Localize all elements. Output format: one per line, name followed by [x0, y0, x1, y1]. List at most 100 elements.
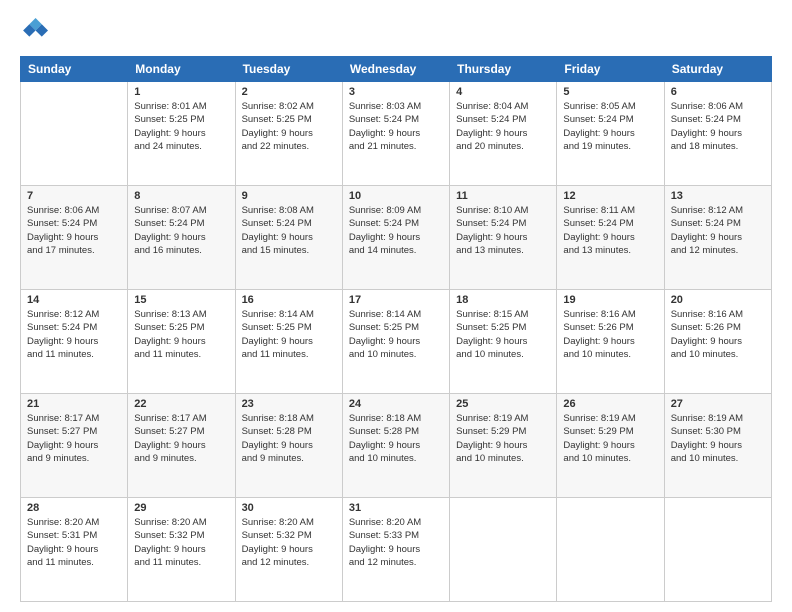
- day-number: 18: [456, 294, 550, 306]
- day-info: Sunrise: 8:19 AMSunset: 5:29 PMDaylight:…: [456, 412, 550, 465]
- col-header-saturday: Saturday: [664, 57, 771, 82]
- calendar-week-4: 21 Sunrise: 8:17 AMSunset: 5:27 PMDayligh…: [21, 394, 772, 498]
- day-info: Sunrise: 8:01 AMSunset: 5:25 PMDaylight:…: [134, 100, 228, 153]
- day-number: 30: [242, 502, 336, 514]
- day-info: Sunrise: 8:16 AMSunset: 5:26 PMDaylight:…: [671, 308, 765, 361]
- day-info: Sunrise: 8:18 AMSunset: 5:28 PMDaylight:…: [242, 412, 336, 465]
- calendar-cell: 25 Sunrise: 8:19 AMSunset: 5:29 PMDayligh…: [450, 394, 557, 498]
- calendar-cell: 7 Sunrise: 8:06 AMSunset: 5:24 PMDaylight…: [21, 186, 128, 290]
- calendar-cell: 6Sunrise: 8:06 AMSunset: 5:24 PMDaylight…: [664, 82, 771, 186]
- day-number: 28: [27, 502, 121, 514]
- calendar-cell: [21, 82, 128, 186]
- col-header-friday: Friday: [557, 57, 664, 82]
- day-number: 25: [456, 398, 550, 410]
- day-number: 19: [563, 294, 657, 306]
- calendar-cell: 26 Sunrise: 8:19 AMSunset: 5:29 PMDayligh…: [557, 394, 664, 498]
- day-info: Sunrise: 8:11 AMSunset: 5:24 PMDaylight:…: [563, 204, 657, 257]
- day-info: Sunrise: 8:13 AMSunset: 5:25 PMDaylight:…: [134, 308, 228, 361]
- day-info: Sunrise: 8:08 AMSunset: 5:24 PMDaylight:…: [242, 204, 336, 257]
- calendar-week-1: 1 Sunrise: 8:01 AMSunset: 5:25 PMDaylight…: [21, 82, 772, 186]
- day-info: Sunrise: 8:04 AMSunset: 5:24 PMDaylight:…: [456, 100, 550, 153]
- day-number: 6: [671, 86, 765, 98]
- day-number: 2: [242, 86, 336, 98]
- day-number: 22: [134, 398, 228, 410]
- page: SundayMondayTuesdayWednesdayThursdayFrid…: [0, 0, 792, 612]
- day-info: Sunrise: 8:20 AMSunset: 5:32 PMDaylight:…: [134, 516, 228, 569]
- day-info: Sunrise: 8:19 AMSunset: 5:29 PMDaylight:…: [563, 412, 657, 465]
- day-number: 26: [563, 398, 657, 410]
- calendar-cell: 18 Sunrise: 8:15 AMSunset: 5:25 PMDayligh…: [450, 290, 557, 394]
- calendar-cell: 19 Sunrise: 8:16 AMSunset: 5:26 PMDayligh…: [557, 290, 664, 394]
- day-info: Sunrise: 8:18 AMSunset: 5:28 PMDaylight:…: [349, 412, 443, 465]
- day-info: Sunrise: 8:14 AMSunset: 5:25 PMDaylight:…: [349, 308, 443, 361]
- day-number: 13: [671, 190, 765, 202]
- calendar-cell: 28Sunrise: 8:20 AMSunset: 5:31 PMDayligh…: [21, 498, 128, 602]
- day-number: 1: [134, 86, 228, 98]
- calendar-cell: 8 Sunrise: 8:07 AMSunset: 5:24 PMDaylight…: [128, 186, 235, 290]
- day-info: Sunrise: 8:16 AMSunset: 5:26 PMDaylight:…: [563, 308, 657, 361]
- calendar-cell: 29 Sunrise: 8:20 AMSunset: 5:32 PMDayligh…: [128, 498, 235, 602]
- day-info: Sunrise: 8:09 AMSunset: 5:24 PMDaylight:…: [349, 204, 443, 257]
- calendar-cell: 10 Sunrise: 8:09 AMSunset: 5:24 PMDayligh…: [342, 186, 449, 290]
- day-info: Sunrise: 8:02 AMSunset: 5:25 PMDaylight:…: [242, 100, 336, 153]
- calendar-table: SundayMondayTuesdayWednesdayThursdayFrid…: [20, 56, 772, 602]
- col-header-tuesday: Tuesday: [235, 57, 342, 82]
- day-number: 15: [134, 294, 228, 306]
- day-info: Sunrise: 8:17 AMSunset: 5:27 PMDaylight:…: [134, 412, 228, 465]
- logo-icon: [20, 18, 48, 46]
- calendar-cell: [450, 498, 557, 602]
- day-info: Sunrise: 8:14 AMSunset: 5:25 PMDaylight:…: [242, 308, 336, 361]
- col-header-thursday: Thursday: [450, 57, 557, 82]
- day-number: 27: [671, 398, 765, 410]
- calendar-cell: 15 Sunrise: 8:13 AMSunset: 5:25 PMDayligh…: [128, 290, 235, 394]
- day-number: 7: [27, 190, 121, 202]
- day-info: Sunrise: 8:15 AMSunset: 5:25 PMDaylight:…: [456, 308, 550, 361]
- day-number: 23: [242, 398, 336, 410]
- day-info: Sunrise: 8:20 AMSunset: 5:33 PMDaylight:…: [349, 516, 443, 569]
- calendar-header-row: SundayMondayTuesdayWednesdayThursdayFrid…: [21, 57, 772, 82]
- day-number: 31: [349, 502, 443, 514]
- calendar-cell: 13Sunrise: 8:12 AMSunset: 5:24 PMDayligh…: [664, 186, 771, 290]
- day-number: 24: [349, 398, 443, 410]
- calendar-cell: 20 Sunrise: 8:16 AMSunset: 5:26 PMDayligh…: [664, 290, 771, 394]
- calendar-cell: 3Sunrise: 8:03 AMSunset: 5:24 PMDaylight…: [342, 82, 449, 186]
- calendar-cell: 17Sunrise: 8:14 AMSunset: 5:25 PMDayligh…: [342, 290, 449, 394]
- calendar-cell: 23 Sunrise: 8:18 AMSunset: 5:28 PMDayligh…: [235, 394, 342, 498]
- calendar-cell: [557, 498, 664, 602]
- calendar-cell: 9 Sunrise: 8:08 AMSunset: 5:24 PMDaylight…: [235, 186, 342, 290]
- day-number: 21: [27, 398, 121, 410]
- day-number: 12: [563, 190, 657, 202]
- day-number: 14: [27, 294, 121, 306]
- day-number: 20: [671, 294, 765, 306]
- header: [20, 18, 772, 46]
- calendar-cell: 24 Sunrise: 8:18 AMSunset: 5:28 PMDayligh…: [342, 394, 449, 498]
- calendar-cell: 12 Sunrise: 8:11 AMSunset: 5:24 PMDayligh…: [557, 186, 664, 290]
- day-info: Sunrise: 8:07 AMSunset: 5:24 PMDaylight:…: [134, 204, 228, 257]
- calendar-cell: 31 Sunrise: 8:20 AMSunset: 5:33 PMDayligh…: [342, 498, 449, 602]
- col-header-wednesday: Wednesday: [342, 57, 449, 82]
- day-info: Sunrise: 8:05 AMSunset: 5:24 PMDaylight:…: [563, 100, 657, 153]
- logo: [20, 18, 52, 46]
- day-number: 10: [349, 190, 443, 202]
- calendar-cell: 30 Sunrise: 8:20 AMSunset: 5:32 PMDayligh…: [235, 498, 342, 602]
- col-header-sunday: Sunday: [21, 57, 128, 82]
- day-info: Sunrise: 8:12 AMSunset: 5:24 PMDaylight:…: [27, 308, 121, 361]
- day-info: Sunrise: 8:20 AMSunset: 5:32 PMDaylight:…: [242, 516, 336, 569]
- calendar-cell: 5Sunrise: 8:05 AMSunset: 5:24 PMDaylight…: [557, 82, 664, 186]
- day-info: Sunrise: 8:10 AMSunset: 5:24 PMDaylight:…: [456, 204, 550, 257]
- day-info: Sunrise: 8:03 AMSunset: 5:24 PMDaylight:…: [349, 100, 443, 153]
- day-number: 4: [456, 86, 550, 98]
- calendar-cell: 4 Sunrise: 8:04 AMSunset: 5:24 PMDaylight…: [450, 82, 557, 186]
- day-info: Sunrise: 8:06 AMSunset: 5:24 PMDaylight:…: [27, 204, 121, 257]
- calendar-cell: 1 Sunrise: 8:01 AMSunset: 5:25 PMDaylight…: [128, 82, 235, 186]
- day-number: 29: [134, 502, 228, 514]
- calendar-cell: 2 Sunrise: 8:02 AMSunset: 5:25 PMDaylight…: [235, 82, 342, 186]
- calendar-cell: 27Sunrise: 8:19 AMSunset: 5:30 PMDayligh…: [664, 394, 771, 498]
- calendar-cell: 21Sunrise: 8:17 AMSunset: 5:27 PMDayligh…: [21, 394, 128, 498]
- calendar-cell: 22 Sunrise: 8:17 AMSunset: 5:27 PMDayligh…: [128, 394, 235, 498]
- calendar-cell: [664, 498, 771, 602]
- day-number: 11: [456, 190, 550, 202]
- day-number: 8: [134, 190, 228, 202]
- calendar-week-2: 7 Sunrise: 8:06 AMSunset: 5:24 PMDaylight…: [21, 186, 772, 290]
- day-number: 9: [242, 190, 336, 202]
